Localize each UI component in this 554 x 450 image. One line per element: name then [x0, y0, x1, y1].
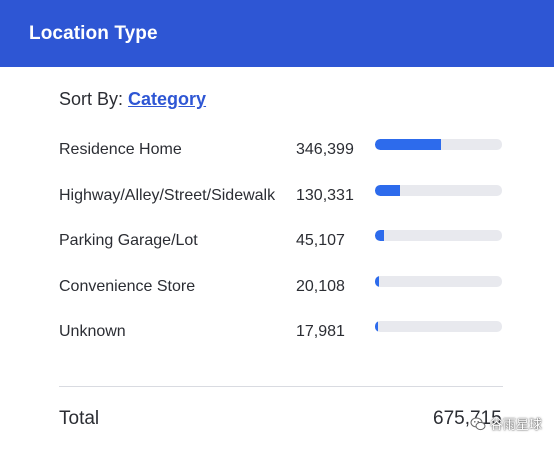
list-item-label: Residence Home: [59, 141, 182, 158]
list-item-label: Parking Garage/Lot: [59, 232, 198, 249]
progress-bar-track: [375, 321, 502, 332]
progress-bar-fill: [375, 139, 442, 150]
list-item-label: Convenience Store: [59, 277, 196, 295]
location-list: Residence Home 346,399 Highway/Alley/Str…: [59, 133, 504, 361]
progress-bar-track: [375, 184, 502, 196]
list-item-label: Highway/Alley/Street/Sidewalk: [59, 186, 276, 204]
card-header: Location Type: [0, 0, 554, 67]
watermark-text: 谷雨星球: [490, 417, 543, 432]
list-item: Parking Garage/Lot 45,107: [59, 224, 504, 270]
watermark: 谷雨星球: [470, 414, 542, 433]
progress-bar-track: [375, 230, 502, 241]
progress-bar-track: [375, 139, 502, 150]
progress-bar-fill: [375, 275, 379, 287]
list-item-value: 130,331: [296, 186, 354, 204]
list-item-value: 45,107: [296, 232, 345, 249]
list-item-value: 20,108: [296, 277, 345, 295]
sort-category-link[interactable]: Category: [128, 89, 206, 110]
card-title: Location Type: [29, 22, 158, 44]
sort-control: Sort By: Category: [59, 89, 206, 110]
list-item-label: Unknown: [59, 323, 126, 340]
list-item-value: 17,981: [296, 323, 345, 340]
progress-bar-fill: [375, 184, 400, 196]
list-item-value: 346,399: [296, 141, 354, 158]
list-item: Highway/Alley/Street/Sidewalk 130,331: [59, 179, 504, 225]
total-label: Total: [59, 408, 100, 429]
list-item: Convenience Store 20,108: [59, 270, 504, 316]
progress-bar-track: [375, 275, 502, 287]
list-item: Unknown 17,981: [59, 315, 504, 361]
progress-bar-fill: [375, 321, 379, 332]
progress-bar-fill: [375, 230, 384, 241]
list-item: Residence Home 346,399: [59, 133, 504, 179]
wechat-icon: [470, 417, 486, 430]
divider: [59, 386, 503, 387]
sort-label: Sort By:: [59, 89, 124, 109]
